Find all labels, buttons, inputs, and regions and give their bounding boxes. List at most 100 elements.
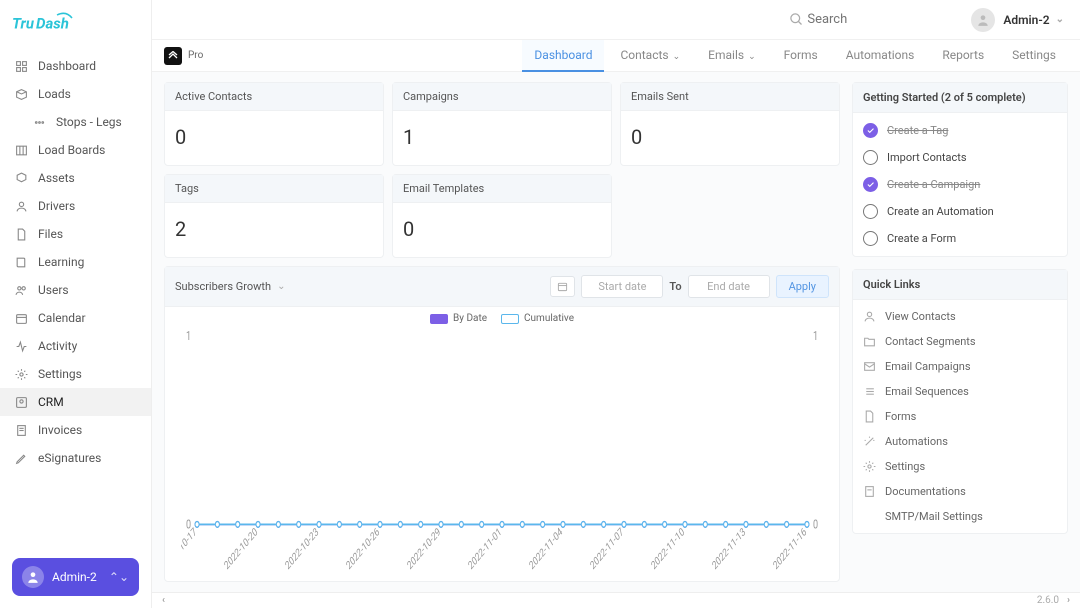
cube-icon xyxy=(14,171,28,185)
svg-text:2022-10-17: 2022-10-17 xyxy=(181,526,199,573)
quick-link-label: View Contacts xyxy=(885,310,956,323)
crm-icon xyxy=(14,395,28,409)
user-pill[interactable]: Admin-2 ⌃⌄ xyxy=(12,558,139,596)
gear-icon xyxy=(14,367,28,381)
stat-value: 0 xyxy=(621,111,839,165)
scroll-right-icon[interactable]: › xyxy=(1067,595,1070,606)
sidebar-item-files[interactable]: Files xyxy=(0,220,151,248)
end-date-input[interactable]: End date xyxy=(688,275,770,298)
app-logo[interactable]: TruDash xyxy=(0,0,151,48)
search-icon xyxy=(789,12,804,27)
apply-button[interactable]: Apply xyxy=(776,275,829,298)
legend-item[interactable]: Cumulative xyxy=(501,313,574,324)
quick-link-label: Settings xyxy=(885,460,925,473)
brand-chip[interactable] xyxy=(164,47,182,65)
sidebar-item-label: eSignatures xyxy=(38,451,101,465)
stat-value: 1 xyxy=(393,111,611,165)
svg-text:2022-11-13: 2022-11-13 xyxy=(711,526,748,573)
updown-icon: ⌃⌄ xyxy=(109,570,129,584)
mail-icon xyxy=(863,360,876,373)
sidebar-item-label: Settings xyxy=(38,367,82,381)
svg-text:1: 1 xyxy=(186,330,191,343)
sidebar-item-users[interactable]: Users xyxy=(0,276,151,304)
sidebar-item-settings[interactable]: Settings xyxy=(0,360,151,388)
sidebar-item-calendar[interactable]: Calendar xyxy=(0,304,151,332)
checklist-label: Create a Tag xyxy=(887,124,948,137)
getting-started-heading: Getting Started (2 of 5 complete) xyxy=(853,83,1067,113)
quick-link-item[interactable]: Email Sequences xyxy=(853,379,1067,404)
tab-dashboard[interactable]: Dashboard xyxy=(522,40,604,72)
tab-reports[interactable]: Reports xyxy=(930,40,996,72)
checklist-item[interactable]: Create an Automation xyxy=(853,198,1067,225)
sidebar-item-load-boards[interactable]: Load Boards xyxy=(0,136,151,164)
sidebar-item-esignatures[interactable]: eSignatures xyxy=(0,444,151,472)
quick-link-item[interactable]: Automations xyxy=(853,429,1067,454)
sidebar-item-label: Learning xyxy=(38,255,84,269)
sidebar-item-drivers[interactable]: Drivers xyxy=(0,192,151,220)
quick-links-heading: Quick Links xyxy=(853,270,1067,300)
tab-settings[interactable]: Settings xyxy=(1000,40,1068,72)
quick-link-item[interactable]: Settings xyxy=(853,454,1067,479)
chart-legend: By Date Cumulative xyxy=(165,307,839,330)
user-pill-name: Admin-2 xyxy=(52,570,97,584)
sidebar-nav: DashboardLoadsStops - Legs Load Boards Ass… xyxy=(0,48,151,546)
sidebar-item-label: Load Boards xyxy=(38,143,105,157)
checklist-item[interactable]: Create a Form xyxy=(853,225,1067,252)
stat-title: Campaigns xyxy=(393,83,611,111)
tab-contacts[interactable]: Contacts⌄ xyxy=(608,40,692,72)
chevron-down-icon: ⌄ xyxy=(748,52,756,62)
quick-links-list: View Contacts Contact SegmentsEmail Campa… xyxy=(853,300,1067,533)
user-menu[interactable]: Admin-2 ⌄ xyxy=(971,8,1064,32)
sidebar-item-dashboard[interactable]: Dashboard xyxy=(0,52,151,80)
book-icon xyxy=(14,255,28,269)
sidebar-item-assets[interactable]: Assets xyxy=(0,164,151,192)
calendar-icon[interactable] xyxy=(550,276,575,297)
legend-item[interactable]: By Date xyxy=(430,313,487,324)
checklist-label: Create a Campaign xyxy=(887,178,980,191)
invoice-icon xyxy=(14,423,28,437)
sidebar-item-stops-legs[interactable]: Stops - Legs xyxy=(0,108,151,136)
main: Admin-2 ⌄ Pro DashboardContacts⌄Emails⌄F… xyxy=(152,0,1080,608)
chevron-down-icon: ⌄ xyxy=(1056,14,1064,25)
checklist-item[interactable]: Create a Tag xyxy=(853,117,1067,144)
quick-link-item[interactable]: Documentations xyxy=(853,479,1067,504)
sidebar-item-learning[interactable]: Learning xyxy=(0,248,151,276)
stat-title: Active Contacts xyxy=(165,83,383,111)
quick-link-item[interactable]: Contact Segments xyxy=(853,329,1067,354)
sidebar-item-label: Assets xyxy=(38,171,75,185)
quick-link-item[interactable]: View Contacts xyxy=(853,304,1067,329)
chart-title-dropdown[interactable]: Subscribers Growth ⌄ xyxy=(175,280,285,293)
sidebar-item-label: Drivers xyxy=(38,199,75,213)
sub-header: Pro DashboardContacts⌄Emails⌄FormsAutoma… xyxy=(152,40,1080,72)
legend-swatch xyxy=(430,314,448,324)
quick-link-item[interactable]: Forms xyxy=(853,404,1067,429)
scroll-left-icon[interactable]: ‹ xyxy=(162,595,165,606)
checklist-item[interactable]: Create a Campaign xyxy=(853,171,1067,198)
quick-links-panel: Quick Links View Contacts Contact Segment… xyxy=(852,269,1068,534)
search[interactable] xyxy=(789,12,947,27)
checklist-item[interactable]: Import Contacts xyxy=(853,144,1067,171)
file-icon xyxy=(14,227,28,241)
check-circle-icon xyxy=(863,204,878,219)
tab-forms[interactable]: Forms xyxy=(772,40,830,72)
tab-automations[interactable]: Automations xyxy=(834,40,927,72)
svg-text:2022-10-29: 2022-10-29 xyxy=(406,526,443,573)
quick-link-item[interactable]: Email Campaigns xyxy=(853,354,1067,379)
svg-text:2022-11-10: 2022-11-10 xyxy=(650,526,687,573)
sidebar-item-activity[interactable]: Activity xyxy=(0,332,151,360)
sidebar-item-crm[interactable]: CRM xyxy=(0,388,151,416)
stat-card-campaigns: Campaigns1 xyxy=(392,82,612,166)
quick-link-item[interactable]: SMTP/Mail Settings xyxy=(853,504,1067,529)
legend-swatch xyxy=(501,314,519,324)
tabs: DashboardContacts⌄Emails⌄FormsAutomation… xyxy=(522,40,1068,72)
sidebar-item-invoices[interactable]: Invoices xyxy=(0,416,151,444)
sidebar-item-loads[interactable]: Loads xyxy=(0,80,151,108)
start-date-input[interactable]: Start date xyxy=(581,275,663,298)
board-icon xyxy=(14,143,28,157)
footer: ‹ 2.6.0 › xyxy=(152,592,1080,608)
search-input[interactable] xyxy=(807,12,947,27)
quick-link-label: Email Sequences xyxy=(885,385,969,398)
tab-emails[interactable]: Emails⌄ xyxy=(696,40,767,72)
left-column: Active Contacts0Campaigns1Emails Sent0Ta… xyxy=(164,82,840,582)
users-icon xyxy=(14,283,28,297)
